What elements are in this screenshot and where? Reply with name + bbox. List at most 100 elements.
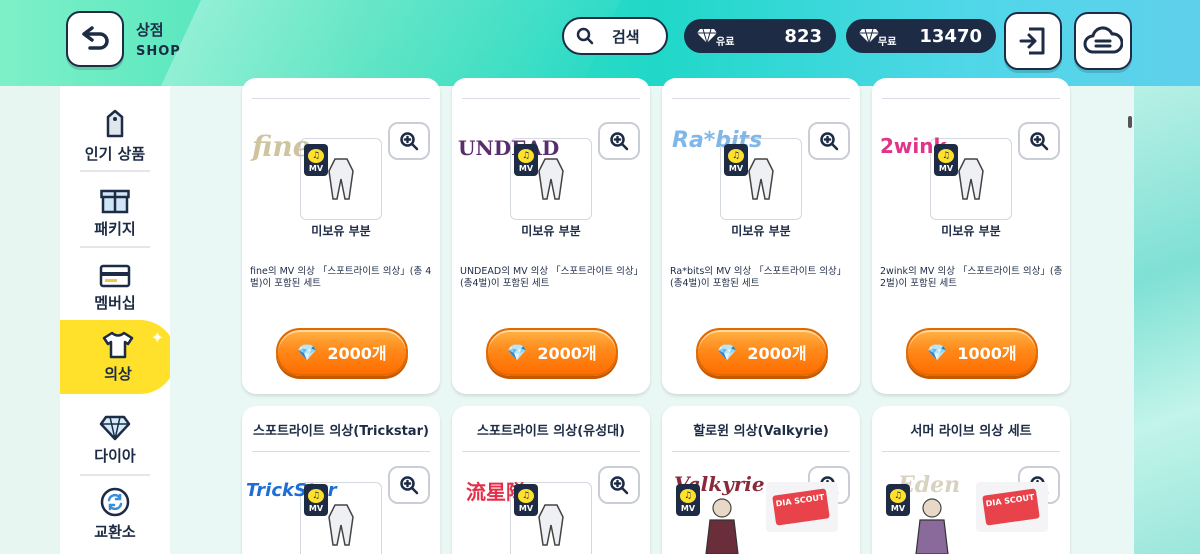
scrollbar[interactable] — [1128, 116, 1132, 128]
membership-card-icon — [99, 264, 131, 287]
sidebar-item-diamond[interactable]: 다이아 — [60, 404, 170, 476]
product-title: 할로윈 의상(Valkyrie) — [693, 424, 829, 439]
divider — [672, 451, 850, 452]
diamond-icon: 💎 — [507, 342, 528, 362]
unit-logo: fine — [252, 130, 311, 163]
product-title: 스포트라이트 의상(유성대) — [477, 424, 625, 439]
exit-icon — [1019, 27, 1045, 55]
music-note-icon: ♫ — [308, 489, 324, 503]
dia-scout-ticket: DIA SCOUT — [766, 482, 838, 532]
character-icon — [705, 498, 739, 554]
search-icon — [576, 27, 594, 45]
divider — [252, 451, 430, 452]
zoom-button[interactable] — [388, 122, 430, 160]
sidebar-item-exchange[interactable]: 교환소 — [60, 478, 170, 550]
diamond-icon: 💎 — [717, 342, 738, 362]
character-icon — [915, 498, 949, 554]
cloud-menu-icon — [1083, 26, 1123, 54]
diamond-icon: 💎 — [927, 342, 948, 362]
back-button[interactable] — [66, 11, 124, 67]
price-label: 1000개 — [957, 344, 1017, 363]
mv-label: MV — [728, 164, 744, 173]
product-card[interactable]: 서머 라이브 의상 세트 Eden ♫ MV DIA SCOUT — [872, 406, 1070, 554]
price-tag-icon — [106, 109, 124, 137]
cloud-menu-button[interactable] — [1074, 12, 1132, 70]
zoom-button[interactable] — [598, 122, 640, 160]
gift-box-icon — [100, 189, 130, 213]
buy-button[interactable]: 💎 1000개 — [906, 328, 1038, 376]
sidebar-item-package[interactable]: 패키지 — [60, 176, 170, 248]
free-diamond-counter: 무료 13470 — [846, 19, 996, 53]
product-description: Ra*bits의 MV 의상 「스포트라이트 의상」(총4벌)이 포함된 세트 — [670, 266, 847, 289]
zoom-button[interactable] — [388, 466, 430, 504]
price-label: 2000개 — [747, 344, 807, 363]
shirt-icon — [102, 331, 134, 358]
sidebar-item-costume[interactable]: 의상 ✦ — [60, 320, 176, 394]
sidebar-item-label: 패키지 — [94, 219, 136, 238]
mv-badge: ♫ MV — [304, 144, 328, 176]
divider — [882, 451, 1060, 452]
category-sidebar: 인기 상품 패키지 멤버십 의상 ✦ 다이아 교환소 — [60, 86, 176, 554]
page-title: 상점 — [136, 21, 164, 39]
divider — [462, 451, 640, 452]
divider — [672, 98, 850, 99]
paid-diamond-count: 823 — [784, 25, 822, 47]
search-button[interactable]: 검색 — [562, 17, 668, 55]
product-card[interactable]: Ra*bits ♫ MV 미보유 부분 Ra*bits의 MV 의상 「스포트라이… — [662, 78, 860, 394]
ownership-status: 미보유 부분 — [521, 224, 581, 238]
zoom-button[interactable] — [598, 466, 640, 504]
music-note-icon: ♫ — [308, 149, 324, 163]
search-label: 검색 — [612, 27, 640, 46]
buy-button[interactable]: 💎 2000개 — [486, 328, 618, 376]
zoom-in-icon — [610, 132, 629, 151]
sidebar-item-label: 인기 상품 — [84, 144, 146, 163]
sidebar-item-label: 교환소 — [94, 522, 136, 541]
mv-label: MV — [938, 164, 954, 173]
sidebar-item-label: 멤버십 — [94, 293, 136, 312]
product-description: 2wink의 MV 의상 「스포트라이트 의상」(총2벌)이 포함된 세트 — [880, 266, 1063, 289]
sidebar-item-membership[interactable]: 멤버십 — [60, 252, 170, 324]
diamond-icon — [859, 28, 879, 44]
product-description: UNDEAD의 MV 의상 「스포트라이트 의상」(총4벌)이 포함된 세트 — [460, 266, 644, 289]
product-card[interactable]: UNDEAD ♫ MV 미보유 부분 UNDEAD의 MV 의상 「스포트라이트 … — [452, 78, 650, 394]
zoom-in-icon — [820, 132, 839, 151]
product-description: fine의 MV 의상 「스포트라이트 의상」(총 4벌)이 포함된 세트 — [250, 266, 432, 289]
sidebar-item-popular[interactable]: 인기 상품 — [60, 100, 170, 172]
ticket-label: DIA SCOUT — [772, 488, 830, 526]
diamond-icon — [697, 28, 717, 44]
ownership-status: 미보유 부분 — [731, 224, 791, 238]
zoom-button[interactable] — [1018, 122, 1060, 160]
paid-diamond-counter: 유료 823 — [684, 19, 836, 53]
product-title: 스포트라이트 의상(Trickstar) — [253, 424, 429, 439]
buy-button[interactable]: 💎 2000개 — [696, 328, 828, 376]
buy-button[interactable]: 💎 2000개 — [276, 328, 408, 376]
divider — [252, 98, 430, 99]
zoom-button[interactable] — [808, 122, 850, 160]
top-bar: 상점 SHOP 검색 유료 823 무료 13470 — [0, 0, 1200, 86]
product-card[interactable]: 2wink ♫ MV 미보유 부분 2wink의 MV 의상 「스포트라이트 의상… — [872, 78, 1070, 394]
divider — [462, 98, 640, 99]
sparkle-icon: ✦ — [150, 328, 164, 347]
music-note-icon: ♫ — [728, 149, 744, 163]
back-arrow-icon — [82, 26, 109, 50]
mv-badge: ♫ MV — [934, 144, 958, 176]
music-note-icon: ♫ — [518, 489, 534, 503]
sidebar-item-label: 다이아 — [94, 446, 136, 465]
paid-tag: 유료 — [716, 36, 735, 48]
mv-label: MV — [518, 504, 534, 513]
product-card[interactable]: fine ♫ MV 미보유 부분 fine의 MV 의상 「스포트라이트 의상」(… — [242, 78, 440, 394]
page-subtitle: SHOP — [136, 44, 181, 59]
diamond-icon — [99, 415, 131, 440]
exchange-icon — [100, 487, 130, 516]
product-card[interactable]: 스포트라이트 의상(Trickstar) TrickStar ♫ MV — [242, 406, 440, 554]
divider — [80, 474, 150, 476]
unit-logo: Ra*bits — [672, 128, 763, 153]
diamond-icon: 💎 — [297, 342, 318, 362]
divider — [882, 98, 1060, 99]
product-card[interactable]: 스포트라이트 의상(유성대) 流星隊 ♫ MV — [452, 406, 650, 554]
mv-badge: ♫ MV — [724, 144, 748, 176]
product-card[interactable]: 할로윈 의상(Valkyrie) Valkyrie ♫ MV DIA SCOUT — [662, 406, 860, 554]
exit-button[interactable] — [1004, 12, 1062, 70]
decorative-background — [1134, 86, 1200, 554]
mv-badge: ♫ MV — [514, 484, 538, 516]
